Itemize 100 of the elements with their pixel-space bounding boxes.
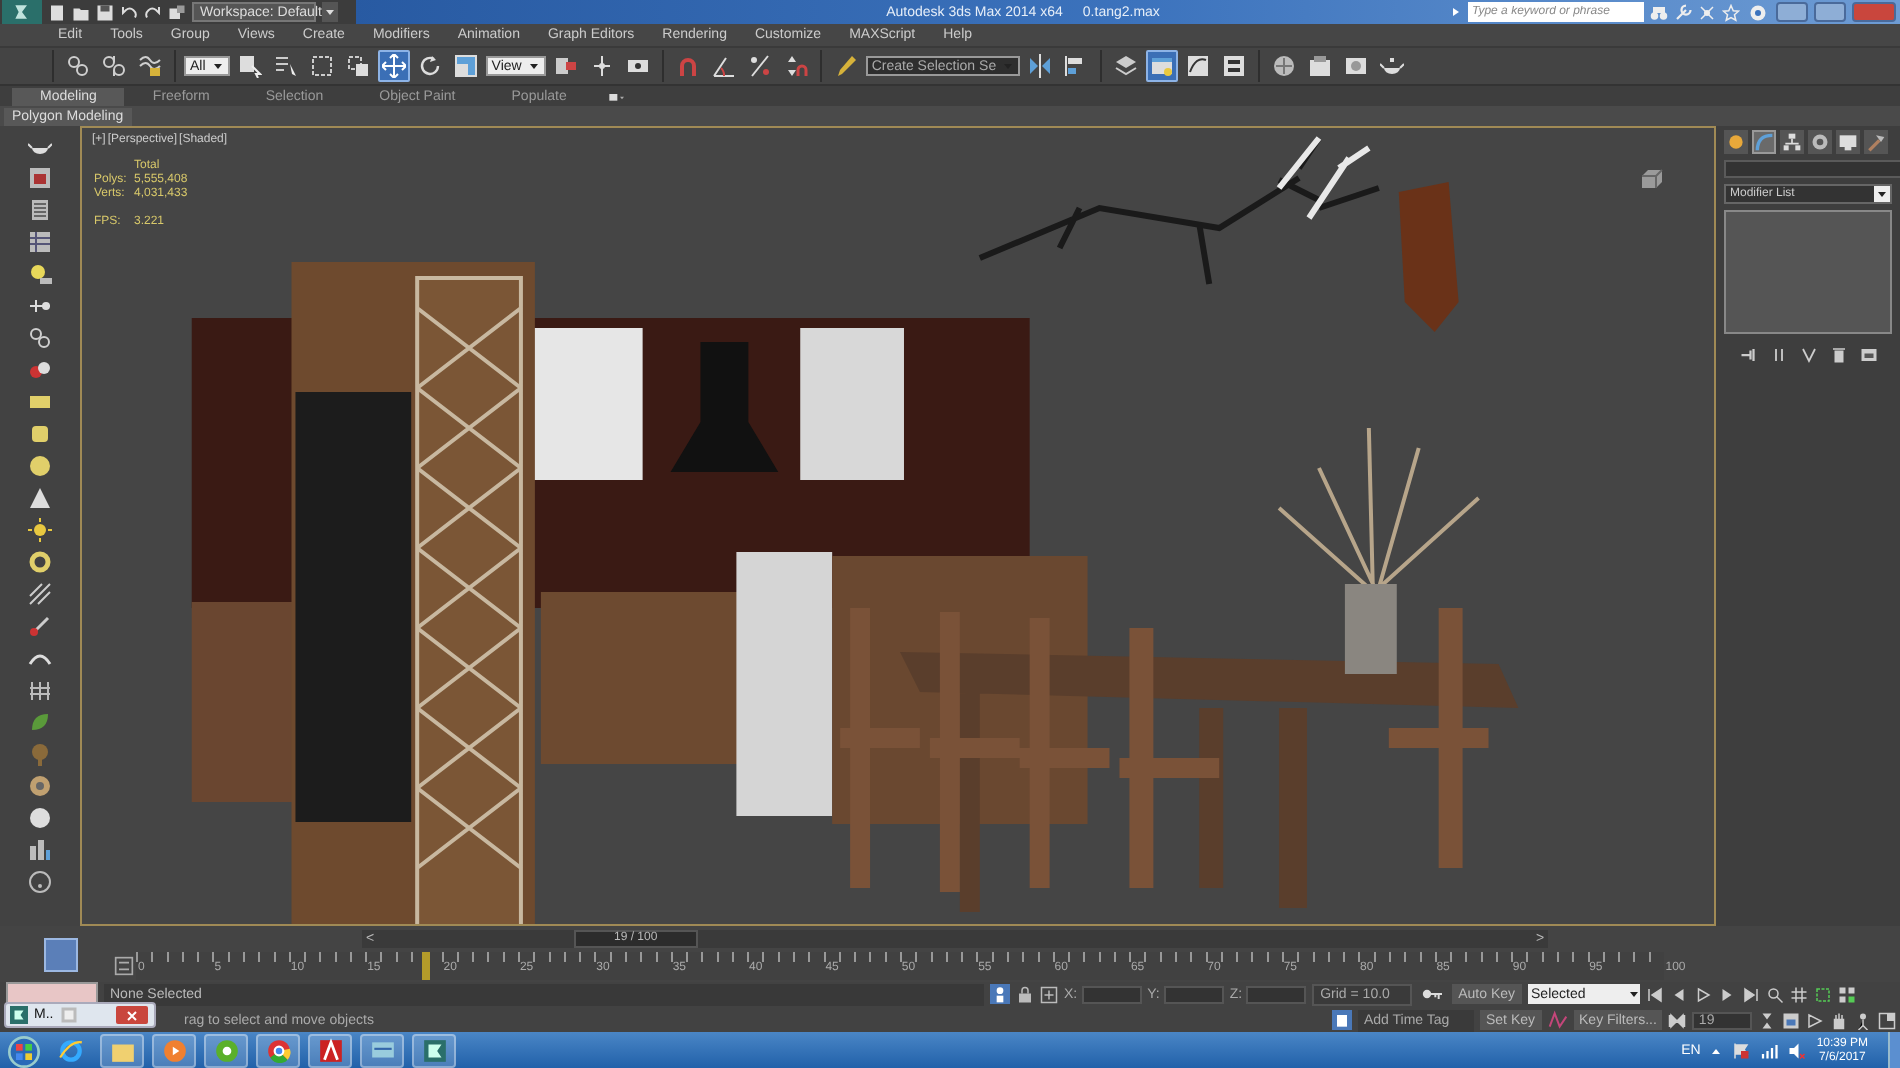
- key-icon[interactable]: [1418, 984, 1447, 1004]
- curve-icon: [1186, 54, 1211, 78]
- trash-icon[interactable]: [1829, 346, 1847, 364]
- funnel-icon[interactable]: [1799, 346, 1817, 364]
- cone-icon[interactable]: [28, 486, 52, 510]
- torus-icon[interactable]: [28, 550, 52, 574]
- signal-icon[interactable]: [1760, 1042, 1779, 1060]
- motion-tab[interactable]: [1808, 130, 1832, 154]
- sphere-icon[interactable]: [28, 454, 52, 478]
- frame-marker[interactable]: [422, 952, 431, 980]
- pan-hand-icon[interactable]: [1830, 1011, 1849, 1029]
- time-config-icon[interactable]: [1782, 1011, 1801, 1029]
- flag-icon[interactable]: [1732, 1042, 1751, 1060]
- sun-icon[interactable]: [28, 518, 52, 542]
- ribbon-button[interactable]: [1146, 50, 1179, 82]
- viewport-layout-tab[interactable]: [44, 937, 78, 971]
- hierarchy-tab[interactable]: [1780, 130, 1804, 154]
- hatch-icon[interactable]: [28, 582, 52, 606]
- absolute-mode-icon[interactable]: [1040, 985, 1058, 1003]
- link-icon[interactable]: [28, 326, 52, 350]
- ball-icon[interactable]: [28, 806, 52, 830]
- chart-icon[interactable]: [28, 838, 52, 862]
- go-to-start-icon[interactable]: [1645, 985, 1664, 1003]
- edit-named-icon: [833, 54, 858, 78]
- tiles-icon[interactable]: [1837, 985, 1856, 1003]
- wrench-icon[interactable]: [1674, 3, 1692, 21]
- link-button[interactable]: [62, 50, 94, 82]
- time-tag-icon[interactable]: [1332, 1010, 1352, 1030]
- undo-icon[interactable]: [120, 3, 138, 21]
- taskbar-button[interactable]: [412, 1034, 456, 1068]
- grid-view-icon[interactable]: [1789, 985, 1808, 1003]
- curve-editor-icon[interactable]: [112, 956, 136, 976]
- coordinate-field[interactable]: [1246, 985, 1307, 1003]
- schematic-icon: [1222, 54, 1247, 78]
- project-folder-icon[interactable]: [168, 3, 186, 21]
- star-icon[interactable]: [1722, 3, 1740, 21]
- table-icon[interactable]: [28, 230, 52, 254]
- lightbulb-icon[interactable]: [28, 262, 52, 286]
- isolate-icon[interactable]: [990, 984, 1010, 1004]
- help-icon[interactable]: [28, 870, 52, 894]
- monitor-icon: [369, 1038, 395, 1064]
- go-to-end-icon[interactable]: [1741, 985, 1760, 1003]
- expand-arrow-icon[interactable]: [1450, 4, 1462, 20]
- scale-button[interactable]: [449, 50, 482, 82]
- region-icon: [309, 54, 334, 78]
- pin-icon[interactable]: [1739, 346, 1757, 364]
- satellite-icon[interactable]: [1698, 3, 1716, 21]
- material-icon: [1272, 54, 1297, 78]
- tray-arrow-icon[interactable]: [1710, 1045, 1723, 1057]
- walk-icon[interactable]: [1854, 1011, 1873, 1029]
- workspace-menu-button[interactable]: [322, 2, 338, 22]
- frame-window-icon: [1344, 54, 1369, 78]
- pause-icon[interactable]: [1769, 346, 1787, 364]
- cylinder-icon[interactable]: [28, 422, 52, 446]
- rotate-icon: [417, 54, 442, 78]
- orbit-icon[interactable]: [1806, 1011, 1825, 1029]
- swirl-icon[interactable]: [28, 774, 52, 798]
- play-icon[interactable]: [1693, 985, 1712, 1003]
- maximize-viewport-icon[interactable]: [1878, 1011, 1897, 1029]
- key-mode-icon[interactable]: [1668, 1011, 1687, 1029]
- redo-icon[interactable]: [144, 3, 162, 21]
- spheres-icon[interactable]: [28, 358, 52, 382]
- utilities-tab[interactable]: [1864, 130, 1888, 154]
- zoom-icon[interactable]: [1765, 985, 1784, 1003]
- speaker-icon[interactable]: [1788, 1042, 1807, 1060]
- needle-icon[interactable]: [28, 614, 52, 638]
- unlink-button[interactable]: [98, 50, 130, 82]
- coordinate-field[interactable]: [1081, 985, 1142, 1003]
- list-icon[interactable]: [28, 198, 52, 222]
- taskbar-button[interactable]: [256, 1034, 300, 1068]
- taskbar-button[interactable]: [100, 1034, 144, 1068]
- help-icon[interactable]: [1746, 3, 1770, 21]
- taskbar-button[interactable]: [360, 1034, 404, 1068]
- create-tab[interactable]: [1724, 130, 1748, 154]
- display-tab[interactable]: [1836, 130, 1860, 154]
- close-button[interactable]: [116, 1006, 148, 1024]
- configure-icon[interactable]: [1859, 346, 1877, 364]
- new-file-icon[interactable]: [48, 3, 66, 21]
- lights-icon[interactable]: [28, 294, 52, 318]
- binoculars-icon[interactable]: [1650, 3, 1668, 21]
- script-listener-field[interactable]: [6, 982, 98, 1004]
- leaf-icon[interactable]: [28, 710, 52, 734]
- box-icon[interactable]: [28, 390, 52, 414]
- app-menu-button[interactable]: [2, 0, 42, 24]
- hierarchy-icon: [1782, 132, 1802, 152]
- manipulate-icon: [589, 54, 614, 78]
- bind-button[interactable]: [134, 50, 166, 82]
- taskbar-button[interactable]: [204, 1034, 248, 1068]
- caret-icon: [211, 60, 224, 72]
- extents-icon[interactable]: [1813, 985, 1832, 1003]
- coordinate-field[interactable]: [1163, 985, 1224, 1003]
- render-window-icon[interactable]: [28, 166, 52, 190]
- fence-icon[interactable]: [28, 678, 52, 702]
- taskbar-button[interactable]: [308, 1034, 352, 1068]
- lock-icon[interactable]: [1016, 985, 1034, 1003]
- save-icon[interactable]: [96, 3, 114, 21]
- render-setup-icon: [1308, 54, 1333, 78]
- move-button[interactable]: [377, 50, 410, 82]
- start-button[interactable]: [8, 1035, 40, 1067]
- browser-icon[interactable]: [57, 1038, 83, 1064]
